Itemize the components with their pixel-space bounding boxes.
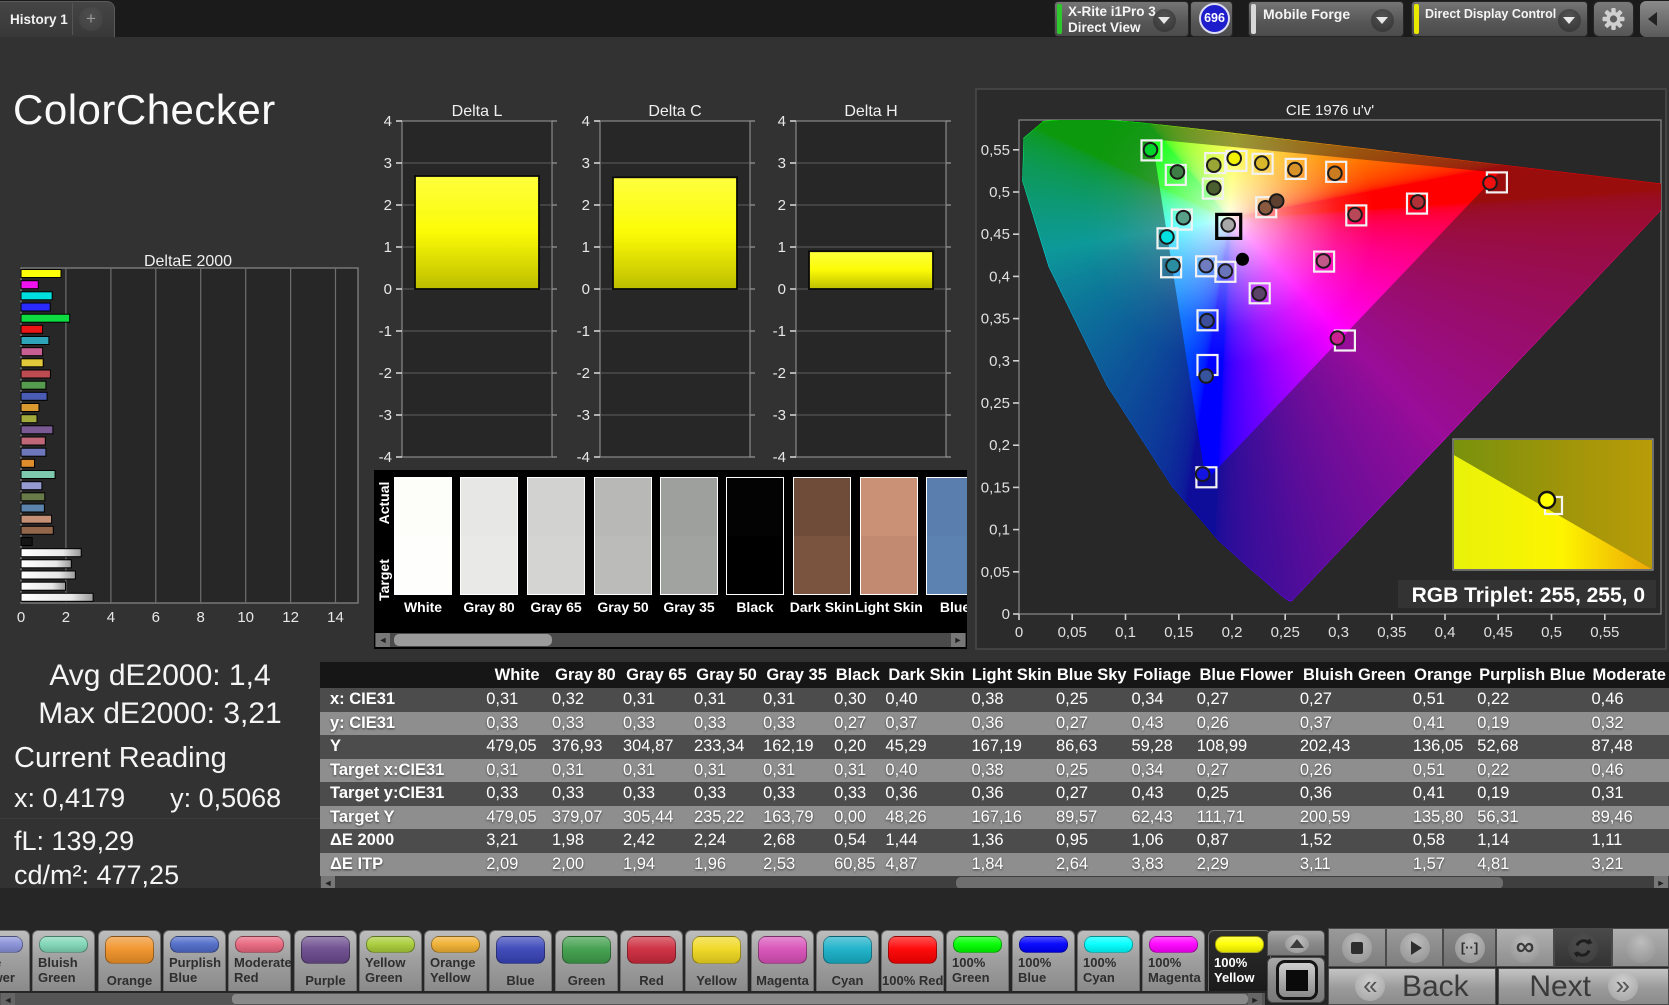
svg-text:2: 2 <box>582 197 590 214</box>
svg-text:0,45: 0,45 <box>981 226 1010 243</box>
svg-text:0,1: 0,1 <box>989 522 1010 539</box>
svg-text:0,35: 0,35 <box>981 311 1010 328</box>
svg-text:0,25: 0,25 <box>1271 624 1300 641</box>
svg-text:0,2: 0,2 <box>1222 624 1243 641</box>
svg-text:-2: -2 <box>577 365 590 382</box>
svg-text:2: 2 <box>778 197 786 214</box>
svg-text:4: 4 <box>582 113 590 130</box>
svg-text:RGB Triplet: 255, 255, 0: RGB Triplet: 255, 255, 0 <box>1412 584 1645 607</box>
svg-text:-1: -1 <box>379 323 392 340</box>
svg-text:0,15: 0,15 <box>1164 624 1193 641</box>
svg-text:12: 12 <box>282 609 299 626</box>
svg-text:4: 4 <box>778 113 786 130</box>
svg-text:-1: -1 <box>773 323 786 340</box>
svg-text:1: 1 <box>384 239 392 256</box>
svg-text:-3: -3 <box>379 407 392 424</box>
svg-text:1: 1 <box>778 239 786 256</box>
svg-text:3: 3 <box>778 155 786 172</box>
svg-text:3: 3 <box>384 155 392 172</box>
svg-text:6: 6 <box>152 609 160 626</box>
svg-text:0,3: 0,3 <box>989 353 1010 370</box>
svg-text:Delta C: Delta C <box>648 103 701 120</box>
svg-text:-3: -3 <box>773 407 786 424</box>
svg-text:0,45: 0,45 <box>1484 624 1513 641</box>
svg-text:-4: -4 <box>379 449 392 466</box>
svg-text:-2: -2 <box>773 365 786 382</box>
svg-text:0: 0 <box>1002 606 1010 623</box>
svg-text:0,05: 0,05 <box>1058 624 1087 641</box>
svg-text:2: 2 <box>62 609 70 626</box>
svg-text:0: 0 <box>17 609 25 626</box>
svg-text:8: 8 <box>197 609 205 626</box>
svg-text:Delta H: Delta H <box>844 103 897 120</box>
svg-text:-4: -4 <box>773 449 786 466</box>
svg-text:2: 2 <box>384 197 392 214</box>
svg-text:0,55: 0,55 <box>981 142 1010 159</box>
svg-text:0: 0 <box>384 281 392 298</box>
svg-text:-4: -4 <box>577 449 590 466</box>
svg-text:0,5: 0,5 <box>989 184 1010 201</box>
svg-text:0,55: 0,55 <box>1590 624 1619 641</box>
svg-text:Delta L: Delta L <box>452 103 503 120</box>
svg-text:-2: -2 <box>379 365 392 382</box>
svg-text:0,5: 0,5 <box>1541 624 1562 641</box>
svg-text:0,35: 0,35 <box>1377 624 1406 641</box>
svg-text:CIE 1976 u'v': CIE 1976 u'v' <box>1286 102 1374 119</box>
svg-text:-3: -3 <box>577 407 590 424</box>
svg-text:0,2: 0,2 <box>989 437 1010 454</box>
svg-text:0,25: 0,25 <box>981 395 1010 412</box>
svg-text:0,15: 0,15 <box>981 479 1010 496</box>
svg-text:0,4: 0,4 <box>1435 624 1456 641</box>
svg-text:0,3: 0,3 <box>1328 624 1349 641</box>
svg-text:0,05: 0,05 <box>981 564 1010 581</box>
svg-text:0: 0 <box>1015 624 1023 641</box>
svg-text:0: 0 <box>582 281 590 298</box>
svg-text:14: 14 <box>327 609 344 626</box>
svg-text:10: 10 <box>237 609 254 626</box>
svg-text:0,4: 0,4 <box>989 268 1010 285</box>
svg-text:1: 1 <box>582 239 590 256</box>
svg-text:-1: -1 <box>577 323 590 340</box>
svg-text:3: 3 <box>582 155 590 172</box>
svg-text:0,1: 0,1 <box>1115 624 1136 641</box>
svg-text:4: 4 <box>384 113 392 130</box>
svg-text:0: 0 <box>778 281 786 298</box>
svg-text:4: 4 <box>107 609 115 626</box>
